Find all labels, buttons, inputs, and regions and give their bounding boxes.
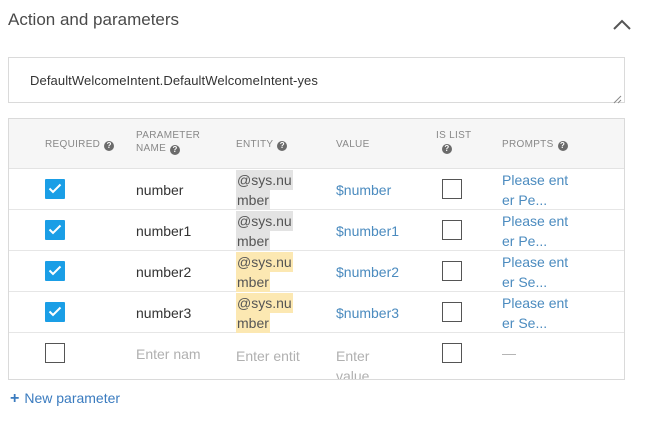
required-checkbox[interactable] xyxy=(45,261,65,281)
new-parameter-button[interactable]: + New parameter xyxy=(10,390,120,408)
checkmark-icon xyxy=(48,183,62,194)
required-checkbox[interactable] xyxy=(45,343,65,363)
section-header: Action and parameters xyxy=(8,6,633,38)
checkmark-icon xyxy=(48,306,62,317)
required-checkbox[interactable] xyxy=(45,220,65,240)
action-name-value: DefaultWelcomeIntent.DefaultWelcomeInten… xyxy=(30,73,318,88)
prompt-link[interactable]: Please ent er Pe... xyxy=(502,170,577,210)
entity-chip[interactable]: @sys.nu mber xyxy=(236,252,293,292)
table-header: REQUIRED? PARAMETER NAME? ENTITY? VALUE … xyxy=(9,119,624,169)
value-input[interactable]: Enter value xyxy=(336,346,369,379)
parameter-value[interactable]: $number3 xyxy=(336,305,399,321)
is-list-checkbox[interactable] xyxy=(442,343,462,363)
parameter-name[interactable]: number xyxy=(136,182,183,198)
header-is-list: IS LIST ? xyxy=(436,130,472,154)
chevron-up-icon[interactable] xyxy=(611,18,633,34)
prompt-link[interactable]: Please ent er Pe... xyxy=(502,211,577,251)
parameter-name[interactable]: number3 xyxy=(136,305,191,321)
checkmark-icon xyxy=(48,224,62,235)
parameter-value[interactable]: $number xyxy=(336,182,391,198)
entity-input[interactable]: Enter entit xyxy=(236,346,300,366)
prompt-link[interactable]: Please ent er Se... xyxy=(502,252,577,292)
parameter-value[interactable]: $number1 xyxy=(336,223,399,239)
is-list-checkbox[interactable] xyxy=(442,179,462,199)
help-icon[interactable]: ? xyxy=(442,144,452,154)
entity-chip[interactable]: @sys.nu mber xyxy=(236,170,293,210)
required-checkbox[interactable] xyxy=(45,302,65,322)
prompt-link[interactable]: Please ent er Se... xyxy=(502,293,577,333)
header-parameter-name: PARAMETER NAME? xyxy=(136,130,201,155)
resize-handle-icon[interactable] xyxy=(613,91,622,104)
table-row: number2 @sys.nu mber $number2 Please ent … xyxy=(9,251,624,292)
header-required: REQUIRED? xyxy=(45,138,115,151)
header-entity: ENTITY? xyxy=(236,138,288,151)
help-icon[interactable]: ? xyxy=(170,145,181,155)
table-row: number1 @sys.nu mber $number1 Please ent … xyxy=(9,210,624,251)
help-icon[interactable]: ? xyxy=(557,141,568,151)
new-parameter-row: Enter nam Enter entit Enter value — xyxy=(9,333,624,379)
plus-icon: + xyxy=(10,390,20,407)
checkmark-icon xyxy=(48,265,62,276)
header-value: VALUE xyxy=(336,139,370,150)
entity-chip[interactable]: @sys.nu mber xyxy=(236,293,293,333)
table-row: number @sys.nu mber $number Please ent er… xyxy=(9,169,624,210)
help-icon[interactable]: ? xyxy=(277,141,288,151)
is-list-checkbox[interactable] xyxy=(442,302,462,322)
table-row: number3 @sys.nu mber $number3 Please ent … xyxy=(9,292,624,333)
action-name-input[interactable]: DefaultWelcomeIntent.DefaultWelcomeInten… xyxy=(8,57,625,104)
required-checkbox[interactable] xyxy=(45,179,65,199)
header-prompts: PROMPTS? xyxy=(502,138,568,151)
new-parameter-label: New parameter xyxy=(24,390,121,406)
is-list-checkbox[interactable] xyxy=(442,261,462,281)
parameter-name[interactable]: number2 xyxy=(136,264,191,280)
parameters-table: REQUIRED? PARAMETER NAME? ENTITY? VALUE … xyxy=(8,118,625,380)
parameter-value[interactable]: $number2 xyxy=(336,264,399,280)
is-list-checkbox[interactable] xyxy=(442,220,462,240)
parameter-name-input[interactable]: Enter nam xyxy=(136,346,201,362)
help-icon[interactable]: ? xyxy=(104,141,115,151)
section-title: Action and parameters xyxy=(8,10,180,29)
parameter-name[interactable]: number1 xyxy=(136,223,191,239)
entity-chip[interactable]: @sys.nu mber xyxy=(236,211,293,251)
prompt-placeholder: — xyxy=(502,345,516,361)
